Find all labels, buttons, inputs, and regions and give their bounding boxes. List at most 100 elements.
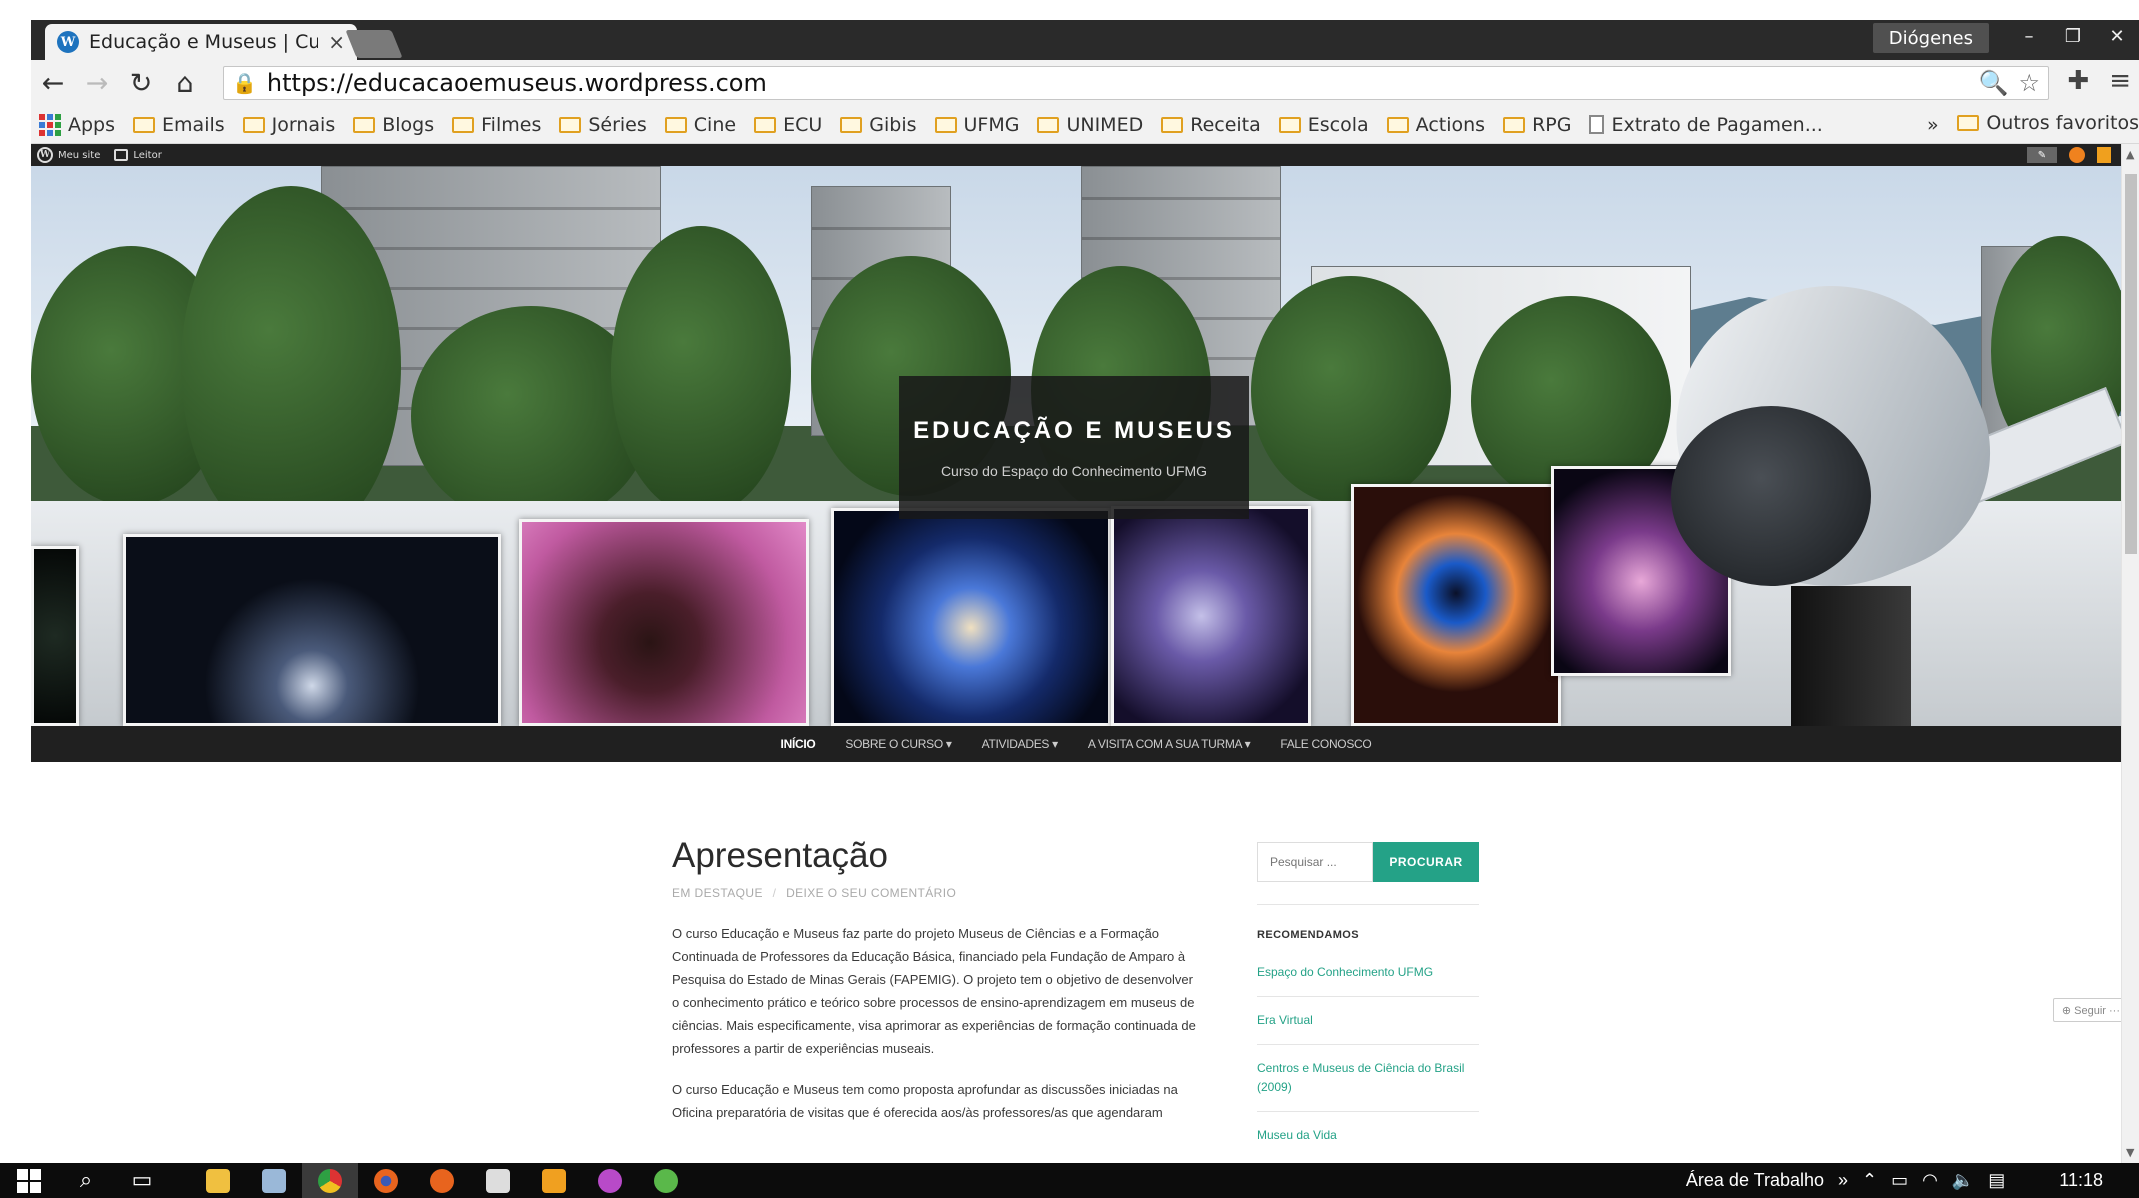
bookmarks-overflow-button[interactable]: »	[1927, 114, 1939, 136]
search-input[interactable]	[1257, 842, 1373, 882]
bookmark-folder[interactable]: Actions	[1386, 114, 1485, 136]
tab-active[interactable]: W Educação e Museus | Curs ×	[45, 24, 357, 60]
profile-button[interactable]: Diógenes	[1872, 23, 1989, 53]
zoom-icon[interactable]: 🔍	[1979, 69, 2009, 97]
recommended-link[interactable]: Museu da Vida	[1257, 1112, 1479, 1159]
alert-icon[interactable]	[2097, 147, 2111, 163]
nav-item-a-visita[interactable]: A VISITA COM A SUA TURMA ▾	[1088, 737, 1251, 751]
screen: W Educação e Museus | Curs × Diógenes – …	[0, 0, 2139, 1198]
bookmark-folder[interactable]: Escola	[1278, 114, 1369, 136]
task-view-icon[interactable]: ▭	[114, 1163, 170, 1198]
folder-icon	[840, 116, 863, 133]
widget-title: RECOMENDAMOS	[1257, 929, 1359, 941]
bookmark-folder[interactable]: ECU	[754, 114, 822, 136]
bookmark-folder[interactable]: RPG	[1503, 114, 1571, 136]
folder-icon	[242, 116, 265, 133]
bookmark-star-icon[interactable]: ☆	[2018, 69, 2040, 97]
nav-item-fale-conosco[interactable]: FALE CONOSCO	[1280, 737, 1371, 751]
folder-icon	[1278, 116, 1301, 133]
search-icon[interactable]: ⌕	[58, 1163, 114, 1198]
back-arrow-icon[interactable]: ←	[31, 63, 75, 103]
wordpress-logo-icon: W	[37, 147, 53, 163]
close-window-icon[interactable]: ✕	[2095, 20, 2139, 52]
site-title[interactable]: EDUCAÇÃO E MUSEUS	[913, 417, 1235, 445]
media-player-icon[interactable]	[526, 1163, 582, 1198]
recommended-link[interactable]: Era Virtual	[1257, 997, 1479, 1045]
scrollbar-thumb[interactable]	[2125, 174, 2137, 554]
bookmark-folder[interactable]: Filmes	[452, 114, 541, 136]
video-editor-icon[interactable]	[470, 1163, 526, 1198]
tab-close-icon[interactable]: ×	[328, 30, 345, 54]
folder-icon	[1957, 115, 1980, 131]
restore-icon[interactable]: ❐	[2051, 20, 2095, 52]
post-category-link[interactable]: EM DESTAQUE	[672, 886, 763, 900]
menu-icon[interactable]: ≡	[2109, 66, 2131, 96]
page-scrollbar[interactable]: ▲ ▼	[2121, 144, 2139, 1163]
bookmark-folder[interactable]: UFMG	[934, 114, 1019, 136]
extension-puzzle-icon[interactable]: ✚	[2067, 66, 2089, 96]
post-paragraph: O curso Educação e Museus tem como propo…	[672, 1082, 1178, 1120]
folder-icon	[754, 116, 777, 133]
write-post-icon[interactable]: ✎	[2027, 147, 2057, 163]
folder-icon	[452, 116, 475, 133]
action-center-icon[interactable]: ▤	[1988, 1170, 2005, 1191]
wifi-icon[interactable]: ◠	[1922, 1170, 1938, 1191]
tab-strip: W Educação e Museus | Curs × Diógenes – …	[31, 20, 2139, 60]
url-text: https://educacaoemuseus.wordpress.com	[266, 69, 767, 97]
notepad-icon[interactable]	[246, 1163, 302, 1198]
post: Apresentação EM DESTAQUE / DEIXE O SEU C…	[672, 836, 1222, 1124]
bookmark-folder[interactable]: Receita	[1161, 114, 1261, 136]
windows-taskbar: ⌕ ▭ Área de Trabalho » ⌃ ▭ ◠ 🔈 ▤ 11:18	[0, 1163, 2139, 1198]
bookmark-folder[interactable]: Séries	[559, 114, 647, 136]
file-explorer-icon[interactable]	[190, 1163, 246, 1198]
search-button[interactable]: PROCURAR	[1373, 842, 1479, 882]
recommended-link[interactable]: Espaço do Conhecimento UFMG	[1257, 949, 1479, 997]
folder-icon	[133, 116, 156, 133]
bookmark-folder[interactable]: UNIMED	[1037, 114, 1143, 136]
torrent-icon[interactable]	[638, 1163, 694, 1198]
bookmark-folder[interactable]: Blogs	[353, 114, 434, 136]
scroll-up-icon[interactable]: ▲	[2126, 148, 2134, 161]
battery-icon[interactable]: ▭	[1891, 1170, 1908, 1191]
post-comment-link[interactable]: DEIXE O SEU COMENTÁRIO	[786, 886, 956, 900]
folder-icon	[1503, 116, 1526, 133]
folder-icon	[1161, 116, 1184, 133]
site-title-box: EDUCAÇÃO E MUSEUS Curso do Espaço do Con…	[899, 376, 1249, 519]
chrome-icon[interactable]	[302, 1163, 358, 1198]
scroll-down-icon[interactable]: ▼	[2126, 1146, 2134, 1159]
clock[interactable]: 11:18	[2059, 1170, 2103, 1191]
page-icon	[1589, 115, 1605, 134]
bookmark-folder[interactable]: Jornais	[242, 114, 335, 136]
start-button[interactable]	[0, 1163, 58, 1198]
bookmark-folder[interactable]: Cine	[664, 114, 736, 136]
toolbar-chevron[interactable]: »	[1838, 1170, 1848, 1191]
bookmark-page[interactable]: Extrato de Pagamen...	[1589, 114, 1823, 136]
nav-item-sobre-o-curso[interactable]: SOBRE O CURSO ▾	[845, 737, 952, 751]
notifications-icon[interactable]	[2069, 147, 2085, 163]
bookmark-folder[interactable]: Gibis	[840, 114, 917, 136]
music-player-icon[interactable]	[582, 1163, 638, 1198]
address-bar[interactable]: 🔒 https://educacaoemuseus.wordpress.com …	[223, 66, 2049, 100]
other-bookmarks[interactable]: Outros favoritos	[1957, 112, 2139, 134]
browser-toolbar: ← → ↻ ⌂ 🔒 https://educacaoemuseus.wordpr…	[31, 60, 2139, 106]
tray-expand-icon[interactable]: ⌃	[1862, 1170, 1877, 1191]
nav-item-inicio[interactable]: INÍCIO	[781, 737, 816, 751]
minimize-icon[interactable]: –	[2007, 20, 2051, 52]
wp-reader[interactable]: Leitor	[114, 149, 162, 161]
app-icon[interactable]	[414, 1163, 470, 1198]
window-controls: – ❐ ✕	[2007, 20, 2139, 52]
follow-button[interactable]: ⊕ Seguir ···	[2052, 998, 2129, 1022]
post-title[interactable]: Apresentação	[672, 836, 1222, 876]
recommended-link[interactable]: Centros e Museus de Ciência do Brasil (2…	[1257, 1045, 1479, 1112]
wp-my-site[interactable]: W Meu site	[37, 147, 100, 163]
bookmark-apps[interactable]: Apps	[39, 113, 115, 136]
bookmark-folder[interactable]: Emails	[133, 114, 225, 136]
firefox-icon[interactable]	[358, 1163, 414, 1198]
forward-arrow-icon[interactable]: →	[75, 63, 119, 103]
nav-item-atividades[interactable]: ATIVIDADES ▾	[982, 737, 1059, 751]
reload-icon[interactable]: ↻	[119, 63, 163, 103]
wordpress-admin-bar: W Meu site Leitor ✎	[31, 144, 2121, 166]
desktop-toolbar-label[interactable]: Área de Trabalho	[1686, 1170, 1824, 1191]
home-icon[interactable]: ⌂	[163, 63, 207, 103]
volume-icon[interactable]: 🔈	[1952, 1170, 1974, 1191]
